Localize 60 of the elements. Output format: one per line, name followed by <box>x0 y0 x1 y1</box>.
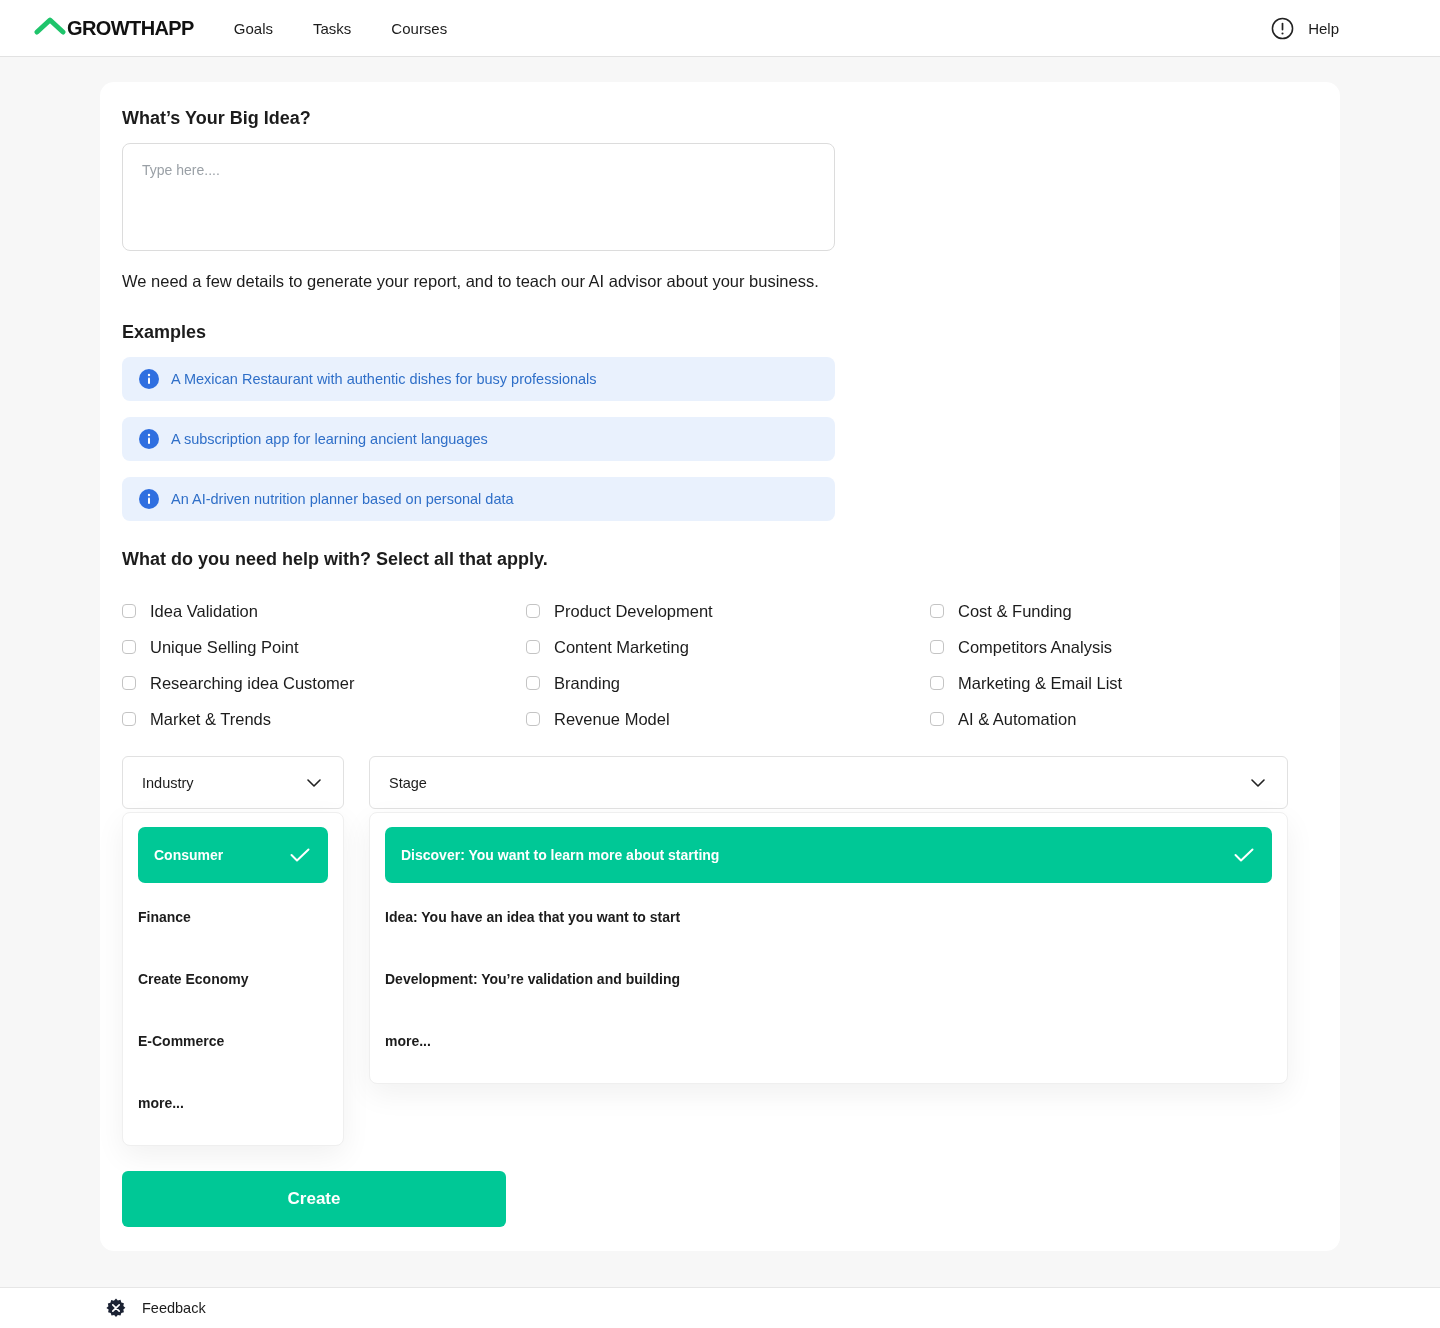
logo[interactable]: GROWTHAPP <box>67 16 194 40</box>
help-icon[interactable] <box>1271 16 1295 40</box>
info-icon <box>139 429 159 449</box>
option-label: Cost & Funding <box>958 601 1072 621</box>
option-label: Revenue Model <box>554 709 670 729</box>
dropdown-option[interactable]: more... <box>138 1075 328 1131</box>
chevron-icon <box>1251 778 1265 787</box>
help-link[interactable]: Help <box>1308 19 1339 37</box>
details-note: We need a few details to generate your report, and to teach our AI advisor about your business. <box>122 271 820 292</box>
nav-link[interactable]: Goals <box>233 19 273 37</box>
option-label: Researching idea Customer <box>150 673 355 693</box>
check-icon <box>1234 848 1254 862</box>
checkbox[interactable] <box>122 604 136 618</box>
option-label: Content Marketing <box>554 637 689 657</box>
checkbox[interactable] <box>930 640 944 654</box>
nav-link[interactable]: Courses <box>391 19 448 37</box>
idea-heading: What’s Your Big Idea? <box>122 107 312 130</box>
checkbox[interactable] <box>122 640 136 654</box>
option-label: Marketing & Email List <box>958 673 1123 693</box>
option-label: Unique Selling Point <box>150 637 299 657</box>
dropdown-option[interactable]: more... <box>385 1013 1272 1069</box>
logo-chevron-icon <box>34 17 66 35</box>
gear-icon[interactable] <box>105 1297 127 1319</box>
checkbox[interactable] <box>526 604 540 618</box>
checkbox[interactable] <box>526 712 540 726</box>
feedback-link[interactable]: Feedback <box>142 1300 206 1316</box>
checkbox[interactable] <box>122 676 136 690</box>
option-label: Market & Trends <box>150 709 272 729</box>
example-card[interactable]: A Mexican Restaurant with authentic dishes for busy professionals <box>122 357 835 401</box>
example-card[interactable]: A subscription app for learning ancient languages <box>122 417 835 461</box>
dropdown-select[interactable]: Industry <box>122 756 344 809</box>
chevron-icon <box>307 778 321 787</box>
dropdown-option[interactable]: Finance <box>138 889 328 945</box>
checkbox[interactable] <box>930 676 944 690</box>
dropdown-option[interactable]: Idea: You have an idea that you want to start <box>385 889 1272 945</box>
checkbox[interactable] <box>526 676 540 690</box>
checkbox[interactable] <box>930 712 944 726</box>
help-topics-heading: What do you need help with? Select all that apply. <box>122 548 549 571</box>
nav-link[interactable]: Tasks <box>313 19 352 37</box>
checkbox[interactable] <box>526 640 540 654</box>
info-icon <box>139 369 159 389</box>
dropdown-option[interactable]: E-Commerce <box>138 1013 328 1069</box>
example-text: A subscription app for learning ancient languages <box>171 431 488 447</box>
example-text: A Mexican Restaurant with authentic dishes for busy professionals <box>171 371 597 387</box>
examples-heading: Examples <box>122 321 208 344</box>
check-icon <box>290 848 310 862</box>
example-text: An AI-driven nutrition planner based on personal data <box>171 491 514 507</box>
option-label: AI & Automation <box>958 709 1077 729</box>
checkbox[interactable] <box>122 712 136 726</box>
option-label: Idea Validation <box>150 601 258 621</box>
idea-input[interactable]: Type here.... <box>122 143 835 251</box>
option-label: Product Development <box>554 601 713 621</box>
checkbox[interactable] <box>930 604 944 618</box>
option-label: Competitors Analysis <box>958 637 1113 657</box>
dropdown-option[interactable]: Create Economy <box>138 951 328 1007</box>
option-label: Branding <box>554 673 621 693</box>
example-card[interactable]: An AI-driven nutrition planner based on personal data <box>122 477 835 521</box>
dropdown-option[interactable]: Development: You’re validation and building <box>385 951 1272 1007</box>
dropdown-select[interactable]: Stage <box>369 756 1288 809</box>
info-icon <box>139 489 159 509</box>
